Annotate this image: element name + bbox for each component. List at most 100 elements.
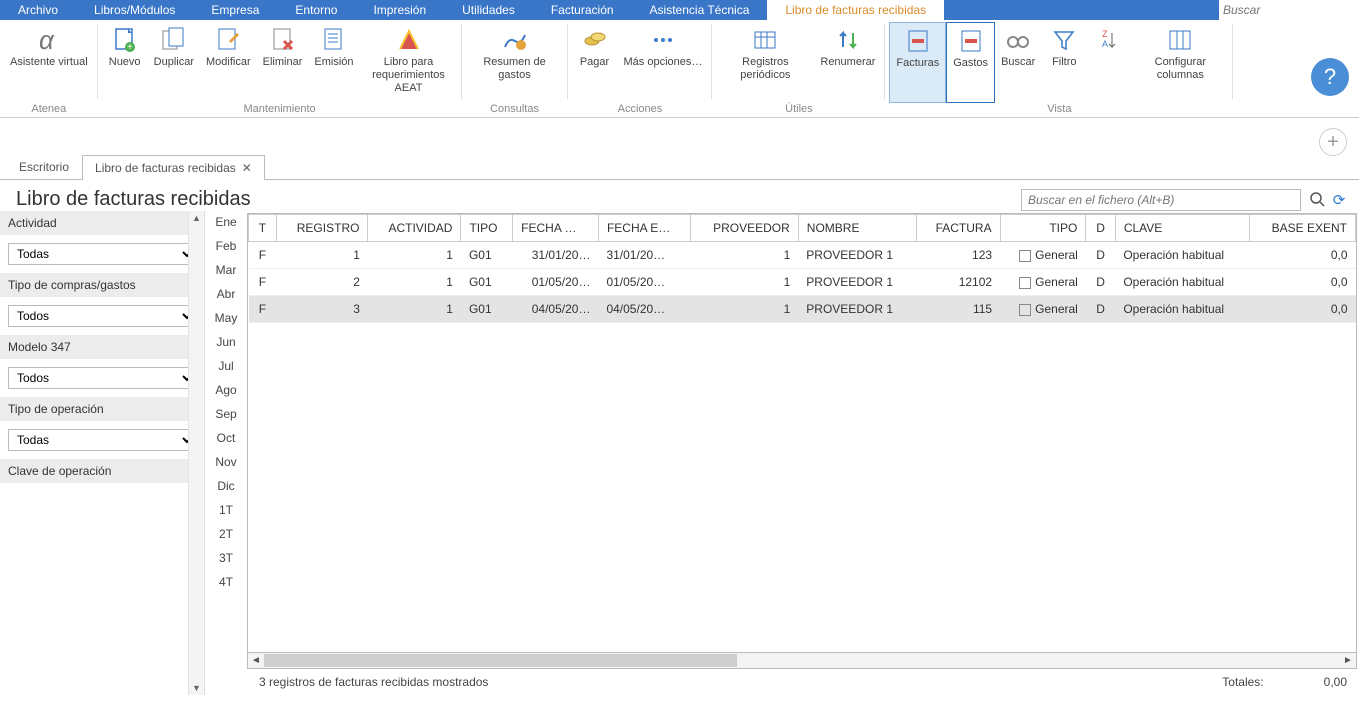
filter-actividad-select[interactable]: Todas [8, 243, 196, 265]
filter-tipo-compras-header[interactable]: Tipo de compras/gastos˄ [0, 273, 204, 297]
filter-actividad-header[interactable]: Actividad˄ [0, 211, 204, 235]
col-header[interactable]: TIPO [1000, 215, 1086, 242]
month-1t[interactable]: 1T [219, 503, 233, 517]
table-cell: General [1000, 296, 1086, 323]
menu-empresa[interactable]: Empresa [193, 0, 277, 20]
month-jun[interactable]: Jun [216, 335, 235, 349]
scroll-thumb[interactable] [264, 654, 737, 667]
col-header[interactable]: BASE EXENT [1249, 215, 1355, 242]
col-header[interactable]: T [249, 215, 277, 242]
col-header[interactable]: ACTIVIDAD [368, 215, 461, 242]
horizontal-scrollbar[interactable]: ◄ ► [247, 653, 1357, 669]
month-2t[interactable]: 2T [219, 527, 233, 541]
search-icon[interactable] [1309, 192, 1325, 208]
menu-impresion[interactable]: Impresión [355, 0, 444, 20]
asistente-virtual-button[interactable]: α Asistente virtual [4, 22, 94, 103]
group-title-mant: Mantenimiento [244, 103, 316, 117]
menu-facturacion[interactable]: Facturación [533, 0, 632, 20]
table-row[interactable]: F21G0101/05/20…01/05/20…1PROVEEDOR 11210… [249, 269, 1356, 296]
scroll-down-icon[interactable]: ▼ [190, 681, 203, 695]
facturas-toggle[interactable]: Facturas [889, 22, 946, 103]
filter-tipo-compras-label: Tipo de compras/gastos [8, 278, 136, 292]
table-cell: 31/01/20… [598, 242, 690, 269]
month-nov[interactable]: Nov [215, 455, 236, 469]
table-cell: 1 [691, 296, 799, 323]
menu-libro-facturas[interactable]: Libro de facturas recibidas [767, 0, 944, 20]
month-jul[interactable]: Jul [218, 359, 233, 373]
col-header[interactable]: PROVEEDOR [691, 215, 799, 242]
filter-tipo-operacion-select[interactable]: Todas [8, 429, 196, 451]
col-header[interactable]: D [1086, 215, 1115, 242]
month-3t[interactable]: 3T [219, 551, 233, 565]
menu-libros[interactable]: Libros/Módulos [76, 0, 193, 20]
summary-icon [499, 26, 531, 54]
col-header[interactable]: FECHA … [513, 215, 599, 242]
new-doc-icon: + [109, 26, 141, 54]
col-header[interactable]: FECHA E… [598, 215, 690, 242]
eliminar-button[interactable]: Eliminar [257, 22, 309, 103]
tab-escritorio[interactable]: Escritorio [6, 154, 82, 179]
month-mar[interactable]: Mar [216, 263, 237, 277]
file-search-input[interactable] [1021, 189, 1301, 211]
table-row[interactable]: F31G0104/05/20…04/05/20…1PROVEEDOR 1115G… [249, 296, 1356, 323]
month-may[interactable]: May [215, 311, 238, 325]
month-oct[interactable]: Oct [217, 431, 236, 445]
filter-clave-operacion-header[interactable]: Clave de operación˄ [0, 459, 204, 483]
scroll-right-icon[interactable]: ► [1340, 655, 1356, 666]
col-header[interactable]: REGISTRO [276, 215, 367, 242]
modificar-button[interactable]: Modificar [200, 22, 257, 103]
table-cell: 0,0 [1249, 242, 1355, 269]
filter-tipo-compras-select[interactable]: Todos [8, 305, 196, 327]
month-sep[interactable]: Sep [215, 407, 236, 421]
sort-button[interactable]: ZA [1087, 22, 1131, 103]
refresh-icon[interactable]: ⟳ [1331, 192, 1347, 208]
nuevo-button[interactable]: + Nuevo [102, 22, 148, 103]
libro-aeat-button[interactable]: Libro para requerimientos AEAT [360, 22, 458, 103]
month-feb[interactable]: Feb [216, 239, 237, 253]
col-header[interactable]: NOMBRE [798, 215, 916, 242]
table-cell: General [1000, 242, 1086, 269]
emision-button[interactable]: Emisión [308, 22, 359, 103]
resumen-gastos-button[interactable]: Resumen de gastos [466, 22, 564, 103]
mas-opciones-button[interactable]: Más opciones… [618, 22, 709, 103]
tab-libro-facturas[interactable]: Libro de facturas recibidas✕ [82, 155, 265, 180]
month-4t[interactable]: 4T [219, 575, 233, 589]
buscar-button[interactable]: Buscar [995, 22, 1041, 103]
global-search-input[interactable] [1219, 0, 1359, 20]
totals-label: Totales: [1222, 675, 1263, 689]
close-icon[interactable]: ✕ [242, 161, 252, 175]
col-header[interactable]: FACTURA [916, 215, 1000, 242]
filter-tipo-operacion-header[interactable]: Tipo de operación˄ [0, 397, 204, 421]
month-ago[interactable]: Ago [215, 383, 236, 397]
menu-entorno[interactable]: Entorno [277, 0, 355, 20]
scroll-left-icon[interactable]: ◄ [248, 655, 264, 666]
add-tab-button[interactable]: + [1319, 128, 1347, 156]
configurar-columnas-button[interactable]: Configurar columnas [1131, 22, 1229, 103]
registros-periodicos-button[interactable]: Registros periódicos [716, 22, 814, 103]
month-dic[interactable]: Dic [217, 479, 234, 493]
sidebar-scrollbar[interactable]: ▲▼ [188, 211, 204, 695]
scroll-track[interactable] [264, 653, 1340, 668]
binoculars-icon [1002, 26, 1034, 54]
filtro-button[interactable]: Filtro [1041, 22, 1087, 103]
help-button[interactable]: ? [1311, 58, 1349, 96]
duplicar-button[interactable]: Duplicar [148, 22, 200, 103]
table-row[interactable]: F11G0131/01/20…31/01/20…1PROVEEDOR 1123G… [249, 242, 1356, 269]
col-header[interactable]: CLAVE [1115, 215, 1249, 242]
pagar-button[interactable]: Pagar [572, 22, 618, 103]
group-title-utiles: Útiles [785, 103, 813, 117]
month-abr[interactable]: Abr [217, 287, 236, 301]
filter-modelo347-header[interactable]: Modelo 347˄ [0, 335, 204, 359]
gastos-toggle[interactable]: Gastos [946, 22, 995, 103]
menu-asistencia[interactable]: Asistencia Técnica [632, 0, 768, 20]
scroll-up-icon[interactable]: ▲ [190, 211, 203, 225]
month-ene[interactable]: Ene [215, 215, 236, 229]
filter-modelo347-select[interactable]: Todos [8, 367, 196, 389]
table-cell: G01 [461, 242, 513, 269]
data-grid[interactable]: TREGISTROACTIVIDADTIPOFECHA …FECHA E…PRO… [247, 213, 1357, 653]
menu-utilidades[interactable]: Utilidades [444, 0, 533, 20]
asistente-label: Asistente virtual [10, 56, 88, 69]
col-header[interactable]: TIPO [461, 215, 513, 242]
renumerar-button[interactable]: Renumerar [814, 22, 881, 103]
menu-archivo[interactable]: Archivo [0, 0, 76, 20]
